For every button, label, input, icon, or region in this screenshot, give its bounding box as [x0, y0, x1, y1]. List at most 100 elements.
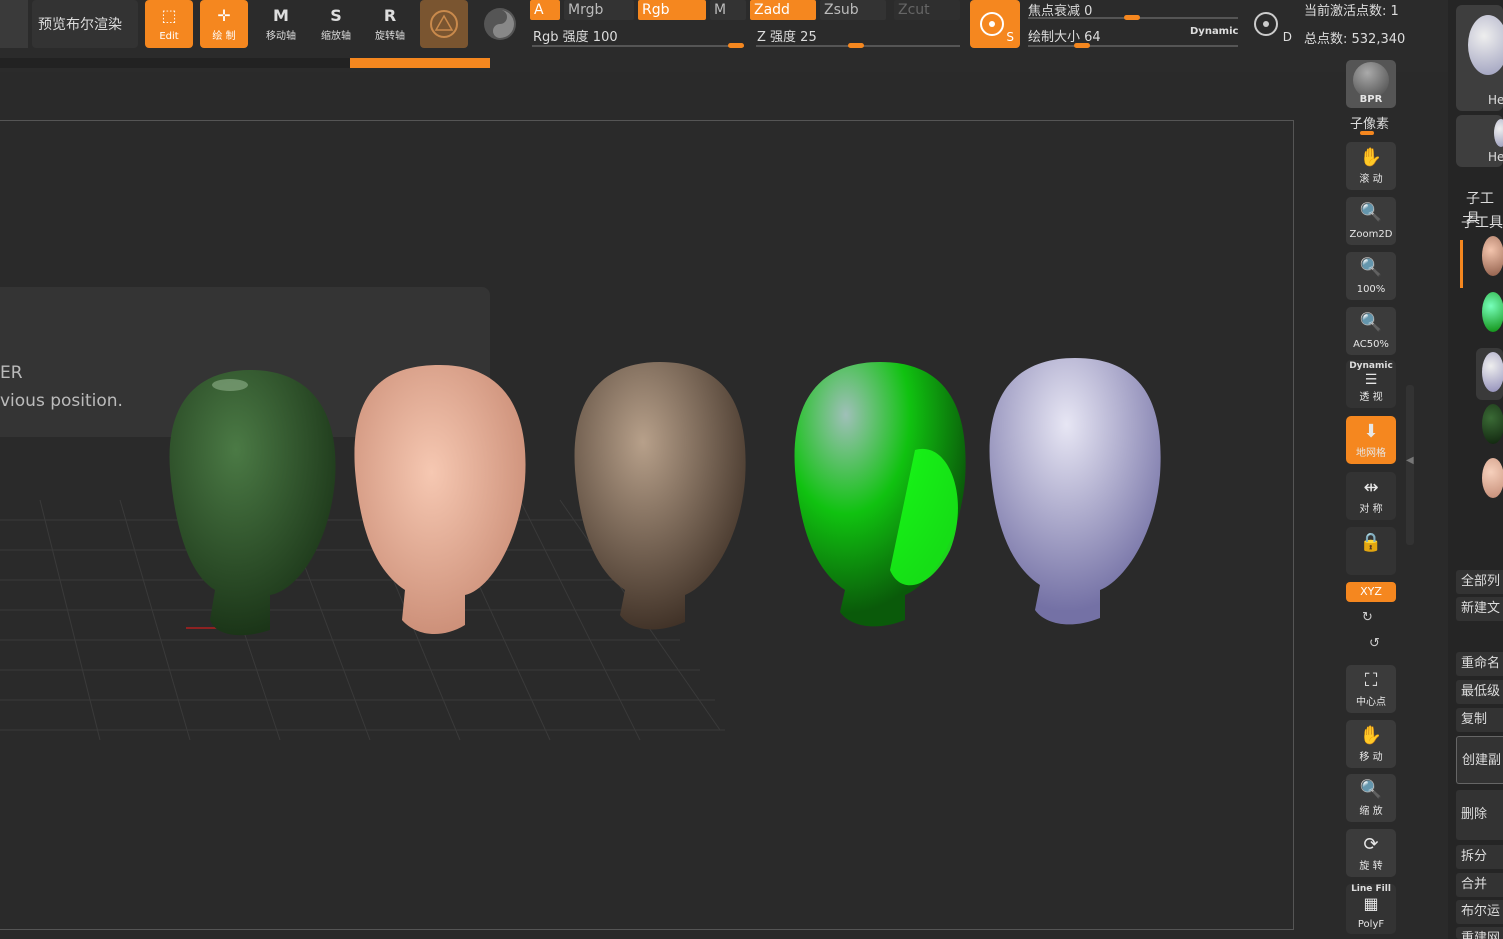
brush-d-letter: D — [1282, 30, 1292, 44]
left-stub-button[interactable] — [0, 0, 28, 48]
mode-zsub[interactable]: Zsub — [820, 0, 886, 20]
mode-m[interactable]: M — [710, 0, 746, 20]
rgb-intensity-track[interactable] — [532, 45, 744, 47]
rotate-view-button[interactable]: ⟳ 旋 转 — [1346, 829, 1396, 877]
dynamic-label[interactable]: Dynamic — [1190, 26, 1238, 37]
material-icon — [484, 8, 516, 40]
subtool-thumb-skin-2[interactable] — [1482, 458, 1503, 498]
head-green-glass — [169, 370, 336, 636]
subtool-thumb-lavender — [1482, 352, 1503, 392]
rotate-z-icon[interactable]: ↺ — [1369, 636, 1380, 651]
rotate-icon: R — [383, 6, 397, 25]
brush-s-letter: S — [1006, 30, 1014, 44]
list-all-button[interactable]: 全部列 — [1456, 570, 1503, 594]
tool-thumb-2-icon — [1494, 119, 1503, 147]
edit-button[interactable]: ⬚ Edit — [145, 0, 193, 48]
collapse-arrow-icon[interactable]: ◀ — [1406, 455, 1414, 466]
subpixel-slider[interactable] — [1360, 131, 1374, 135]
rotate-y-icon[interactable]: ↻ — [1362, 610, 1373, 625]
subtool-thumb-lavender-frame[interactable] — [1476, 348, 1503, 400]
polyf-button[interactable]: Line Fill ▦ PolyF — [1346, 884, 1396, 934]
zoom100-icon: 🔍 — [1359, 257, 1383, 278]
scroll-button[interactable]: ✋ 滚 动 — [1346, 142, 1396, 190]
zoom2d-label: Zoom2D — [1349, 229, 1393, 240]
move-view-button[interactable]: ✋ 移 动 — [1346, 720, 1396, 768]
zoom2d-button[interactable]: 🔍 Zoom2D — [1346, 197, 1396, 245]
perspective-icon: ☰ — [1364, 372, 1378, 388]
z-intensity-knob[interactable] — [848, 43, 864, 48]
rotate-label: 旋转轴 — [375, 31, 405, 42]
center-button[interactable]: ⛶ 中心点 — [1346, 665, 1396, 713]
move-axis-button[interactable]: M 移动轴 — [257, 0, 305, 48]
scale-icon: S — [330, 6, 342, 25]
rgb-intensity-knob[interactable] — [728, 43, 744, 48]
total-points-count: 总点数: 532,340 — [1304, 32, 1406, 47]
top-toolbar: 预览布尔渲染 ⬚ Edit ✛ 绘 制 M 移动轴 S 缩放轴 R 旋转轴 A … — [0, 0, 1503, 72]
local-button[interactable]: 🔒 — [1346, 527, 1396, 575]
head-models[interactable] — [140, 350, 1180, 650]
duplicate-button[interactable]: 复制 — [1456, 708, 1503, 732]
center-icon: ⛶ — [1364, 670, 1378, 691]
floor-icon: ⬇ — [1363, 421, 1379, 442]
bpr-preview-button[interactable]: 预览布尔渲染 — [32, 0, 138, 48]
bpr-button[interactable]: BPR — [1346, 60, 1396, 108]
tool-thumb-2-label: He — [1488, 150, 1503, 164]
z-intensity-label: Z 强度 25 — [757, 30, 817, 45]
active-points-count: 当前激活点数: 1 — [1304, 4, 1399, 19]
tool-thumb-2[interactable]: He — [1456, 115, 1503, 167]
delete-button[interactable]: 删除 — [1456, 790, 1503, 840]
move-label: 移动轴 — [266, 31, 296, 42]
zoom100-button[interactable]: 🔍 100% — [1346, 252, 1396, 300]
symmetry-icon: ⇹ — [1363, 477, 1379, 498]
zoom100-label: 100% — [1356, 284, 1386, 295]
mode-mrgb[interactable]: Mrgb — [564, 0, 634, 20]
rebuild-button[interactable]: 重建网 — [1456, 927, 1503, 939]
linefill-label: Line Fill — [1351, 884, 1391, 894]
focal-shift-knob[interactable] — [1124, 15, 1140, 20]
sphere-tool-button[interactable] — [420, 0, 468, 48]
rename-button[interactable]: 重命名 — [1456, 652, 1503, 676]
mode-zcut[interactable]: Zcut — [894, 0, 960, 20]
split-button[interactable]: 拆分 — [1456, 845, 1503, 869]
brush-s-button[interactable]: S — [970, 0, 1020, 48]
draw-label: 绘 制 — [212, 31, 236, 42]
bpr-preview-label: 预览布尔渲染 — [38, 17, 122, 33]
rotate-axis-button[interactable]: R 旋转轴 — [366, 0, 414, 48]
bpr-sphere-icon — [1353, 62, 1389, 98]
subtool-thumb-green[interactable] — [1482, 292, 1503, 332]
draw-size-track[interactable] — [1028, 45, 1238, 47]
material-button[interactable] — [476, 0, 524, 48]
brush-d-icon — [1254, 12, 1278, 36]
rgb-intensity-label: Rgb 强度 100 — [533, 30, 618, 45]
merge-button[interactable]: 合并 — [1456, 873, 1503, 897]
mode-rgb[interactable]: Rgb — [638, 0, 706, 20]
draw-icon: ✛ — [217, 6, 231, 25]
scale-axis-button[interactable]: S 缩放轴 — [312, 0, 360, 48]
boolean-button[interactable]: 布尔运 — [1456, 900, 1503, 924]
subtool-tab[interactable]: 子工具 — [1461, 212, 1503, 232]
perspective-label: 透 视 — [1359, 392, 1383, 403]
lowest-button[interactable]: 最低级 — [1456, 680, 1503, 704]
zoom-view-button[interactable]: 🔍 缩 放 — [1346, 774, 1396, 822]
brush-d-button[interactable]: D — [1246, 0, 1296, 48]
draw-size-knob[interactable] — [1074, 43, 1090, 48]
symmetry-button[interactable]: ⇹ 对 称 — [1346, 472, 1396, 520]
create-copy-button[interactable]: 创建副 — [1456, 736, 1503, 784]
floor-grid-button[interactable]: ⬇ 地网格 — [1346, 416, 1396, 464]
ac50-button[interactable]: 🔍 AC50% — [1346, 307, 1396, 355]
xyz-button[interactable]: XYZ — [1346, 582, 1396, 602]
perspective-button[interactable]: Dynamic ☰ 透 视 — [1346, 360, 1396, 408]
subtool-thumb-glass[interactable] — [1482, 404, 1503, 444]
subtool-thumb-skin[interactable] — [1482, 236, 1503, 276]
head-skin — [354, 365, 526, 635]
scroll-label: 滚 动 — [1359, 174, 1383, 185]
zoom-view-label: 缩 放 — [1359, 806, 1383, 817]
draw-button[interactable]: ✛ 绘 制 — [200, 0, 248, 48]
new-doc-button[interactable]: 新建文 — [1456, 597, 1503, 621]
rotate-view-label: 旋 转 — [1359, 861, 1383, 872]
ac50-label: AC50% — [1353, 339, 1389, 350]
mode-a[interactable]: A — [530, 0, 560, 20]
mode-zadd[interactable]: Zadd — [750, 0, 816, 20]
tool-thumb-1[interactable]: He — [1456, 5, 1503, 111]
tab-track — [0, 58, 350, 68]
